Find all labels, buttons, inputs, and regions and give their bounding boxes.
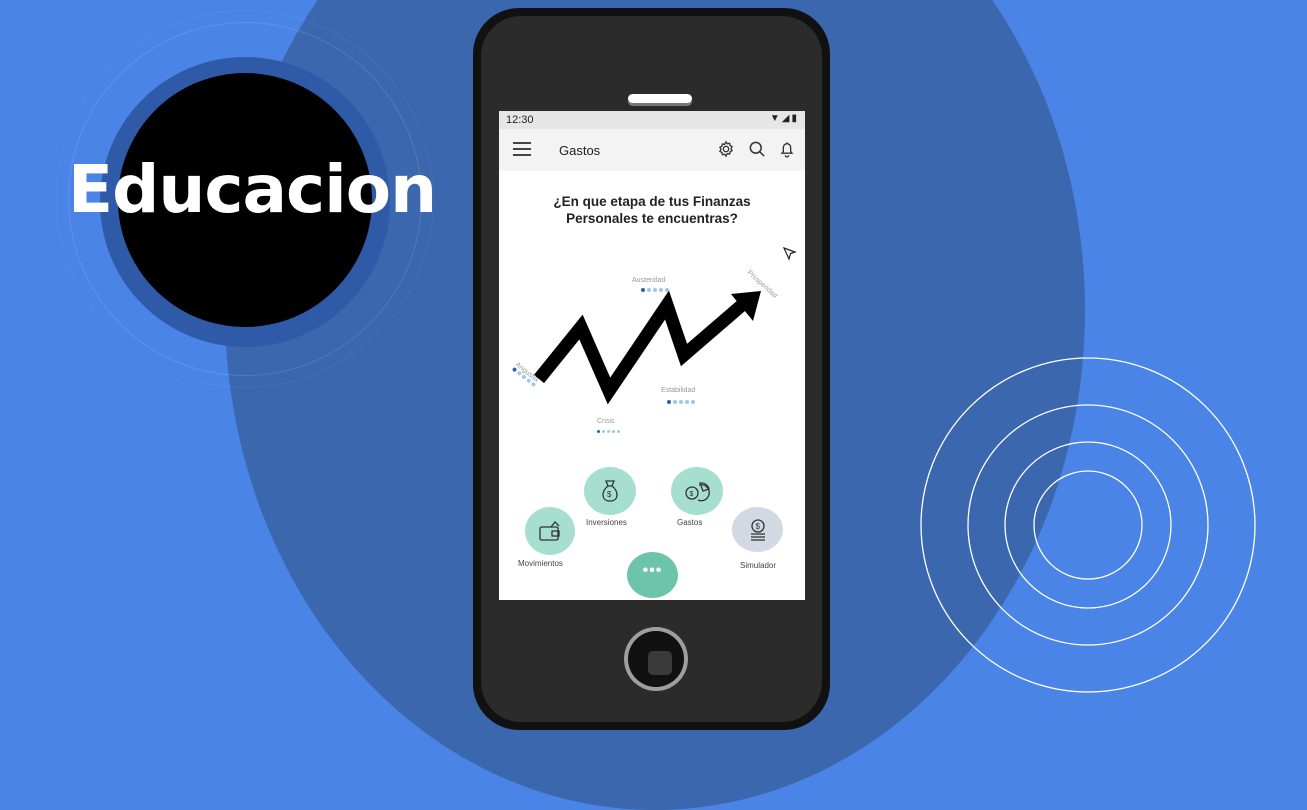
- menu-gastos-button[interactable]: $: [671, 467, 723, 515]
- cursor-icon: [783, 247, 797, 261]
- status-bar: 12:30 ▼◢▮: [499, 111, 805, 129]
- stage-dots: [597, 430, 620, 433]
- status-time: 12:30: [506, 114, 534, 126]
- stage-label-crisis: Crisis: [597, 418, 615, 425]
- gear-icon[interactable]: [716, 139, 736, 159]
- stage-dots: [667, 400, 695, 404]
- menu-movimientos-label: Movimientos: [518, 559, 563, 568]
- stage-question: ¿En que etapa de tus Finanzas Personales…: [553, 194, 751, 226]
- pie-chart-money-icon: $: [685, 482, 710, 502]
- app-bar: Gastos: [499, 129, 805, 171]
- svg-text:$: $: [607, 490, 612, 499]
- money-bag-icon: $: [602, 480, 618, 502]
- status-icons: ▼◢▮: [770, 113, 799, 124]
- menu-inversiones-label: Inversiones: [586, 518, 627, 527]
- coin-stack-icon: $: [750, 518, 765, 541]
- concentric-rings: [920, 357, 1256, 693]
- stage-dots: [641, 288, 669, 292]
- more-options-button[interactable]: •••: [627, 552, 678, 598]
- stage-label-austeridad: Austeridad: [632, 277, 666, 284]
- menu-simulador-button[interactable]: $: [732, 507, 783, 552]
- phone-speaker: [628, 94, 692, 103]
- menu-simulador-label: Simulador: [740, 561, 777, 570]
- wifi-icon: ▼: [769, 113, 782, 124]
- bell-icon[interactable]: [777, 139, 797, 159]
- hamburger-menu-icon[interactable]: [513, 142, 531, 158]
- wallet-icon: [539, 521, 560, 541]
- stage-label-estabilidad: Estabilidad: [661, 387, 696, 394]
- menu-gastos-label: Gastos: [677, 518, 703, 527]
- phone-screen: 12:30 ▼◢▮ Gastos ¿En que etapa de tus Fi: [499, 111, 805, 600]
- battery-icon: ▮: [791, 113, 799, 124]
- svg-text:$: $: [690, 491, 694, 498]
- search-icon[interactable]: [747, 139, 767, 159]
- menu-inversiones-button[interactable]: $: [584, 467, 636, 515]
- home-button[interactable]: [624, 627, 688, 691]
- svg-text:$: $: [755, 522, 760, 531]
- app-bar-actions: [710, 139, 797, 164]
- slide-title: Educacion: [68, 151, 437, 228]
- menu-movimientos-button[interactable]: [525, 507, 575, 555]
- app-bar-title: Gastos: [559, 143, 601, 158]
